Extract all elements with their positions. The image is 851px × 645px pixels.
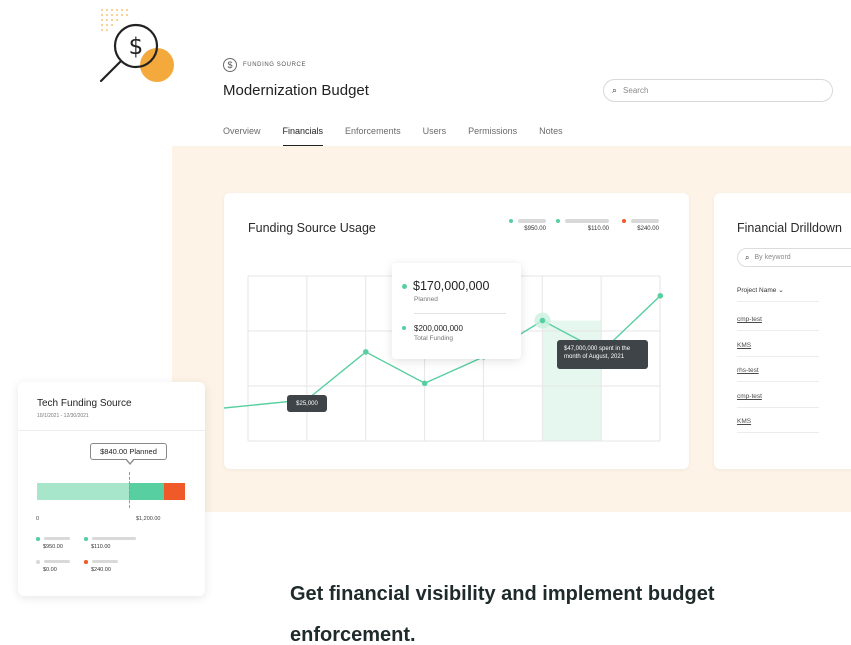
column-header-label: Project Name [737, 287, 777, 294]
point-value-tooltip: $25,000 [287, 395, 327, 412]
search-icon: ⌕ [612, 85, 618, 95]
divider [18, 430, 205, 431]
table-row[interactable]: KMS [737, 418, 819, 433]
planned-label: Planned [414, 296, 438, 303]
tab-permissions[interactable]: Permissions [468, 126, 517, 147]
tab-overview[interactable]: Overview [223, 126, 261, 147]
tab-financials[interactable]: Financials [282, 126, 324, 147]
legend-item: $240.00 [84, 560, 118, 573]
over-budget-bar-segment [164, 483, 185, 500]
callout-pointer [125, 458, 135, 465]
project-name-header[interactable]: Project Name ⌄ [737, 286, 784, 294]
tab-bar: Overview Financials Enforcements Users P… [223, 126, 563, 147]
funding-source-badge: $ FUNDING SOURCE [223, 58, 306, 72]
table-row[interactable]: cmp-test [737, 316, 819, 331]
planned-bar-segment [129, 483, 164, 500]
legend-bar [91, 537, 136, 541]
data-point [421, 380, 428, 387]
tooltip-divider [414, 313, 506, 314]
tech-card-title: Tech Funding Source [37, 398, 132, 409]
planned-tooltip: $170,000,000 Planned $200,000,000 Total … [392, 263, 521, 359]
total-amount: $200,000,000 [414, 324, 463, 333]
total-label: Total Funding [414, 335, 454, 342]
data-point [539, 317, 546, 324]
legend-value: $0.00 [43, 566, 57, 573]
divider [737, 301, 819, 302]
marketing-headline: Get financial visibility and implement b… [290, 583, 715, 645]
page-title: Modernization Budget [223, 82, 369, 99]
date-range: 10/1/2021 - 12/30/2021 [37, 413, 89, 419]
search-placeholder: Search [623, 86, 649, 95]
keyword-placeholder: By keyword [754, 254, 791, 261]
legend-dot [36, 537, 40, 541]
tab-enforcements[interactable]: Enforcements [345, 126, 401, 147]
chevron-down-icon: ⌄ [778, 287, 784, 294]
drilldown-title: Financial Drilldown [737, 221, 842, 235]
data-point [363, 349, 369, 355]
planned-amount: $170,000,000 [413, 279, 490, 293]
search-icon: ⌕ [745, 252, 750, 262]
search-input[interactable]: ⌕ Search [603, 79, 833, 102]
planned-marker-line [129, 472, 130, 508]
legend-bar [43, 560, 70, 564]
financial-drilldown-card: Financial Drilldown ⌕ By keyword Project… [714, 193, 851, 469]
axis-min-label: 0 [36, 516, 40, 522]
legend-value: $110.00 [91, 543, 111, 550]
tab-notes[interactable]: Notes [539, 126, 563, 147]
legend-dot [84, 537, 88, 541]
legend-item: $0.00 [36, 560, 70, 573]
spent-tooltip: $47,000,000 spent in the month of August… [557, 340, 648, 369]
tech-funding-card: Tech Funding Source 10/1/2021 - 12/30/20… [18, 382, 205, 596]
svg-text:$: $ [129, 34, 144, 60]
highlight-column [542, 320, 602, 441]
data-point [657, 293, 664, 299]
badge-label: FUNDING SOURCE [243, 62, 307, 68]
legend-item: $950.00 [36, 537, 70, 550]
dollar-coin-icon: $ [223, 58, 237, 72]
tooltip-dot [402, 326, 406, 330]
table-row[interactable]: rhs-test [737, 367, 819, 382]
spent-bar-segment [37, 483, 129, 500]
axis-max-label: $1,200.00 [136, 516, 161, 522]
legend-item: $110.00 [84, 537, 136, 550]
legend-bar [43, 537, 70, 541]
legend-bar [91, 560, 118, 564]
legend-value: $240.00 [91, 566, 111, 573]
table-row[interactable]: cmp-test [737, 393, 819, 408]
tooltip-dot [402, 283, 407, 289]
legend-value: $950.00 [43, 543, 63, 550]
legend-dot [84, 560, 88, 564]
legend-dot [36, 560, 40, 564]
magnifier-dollar-icon: $ [99, 9, 174, 83]
tab-users[interactable]: Users [423, 126, 447, 147]
keyword-search-input[interactable]: ⌕ By keyword [737, 248, 851, 267]
table-row[interactable]: KMS [737, 342, 819, 357]
